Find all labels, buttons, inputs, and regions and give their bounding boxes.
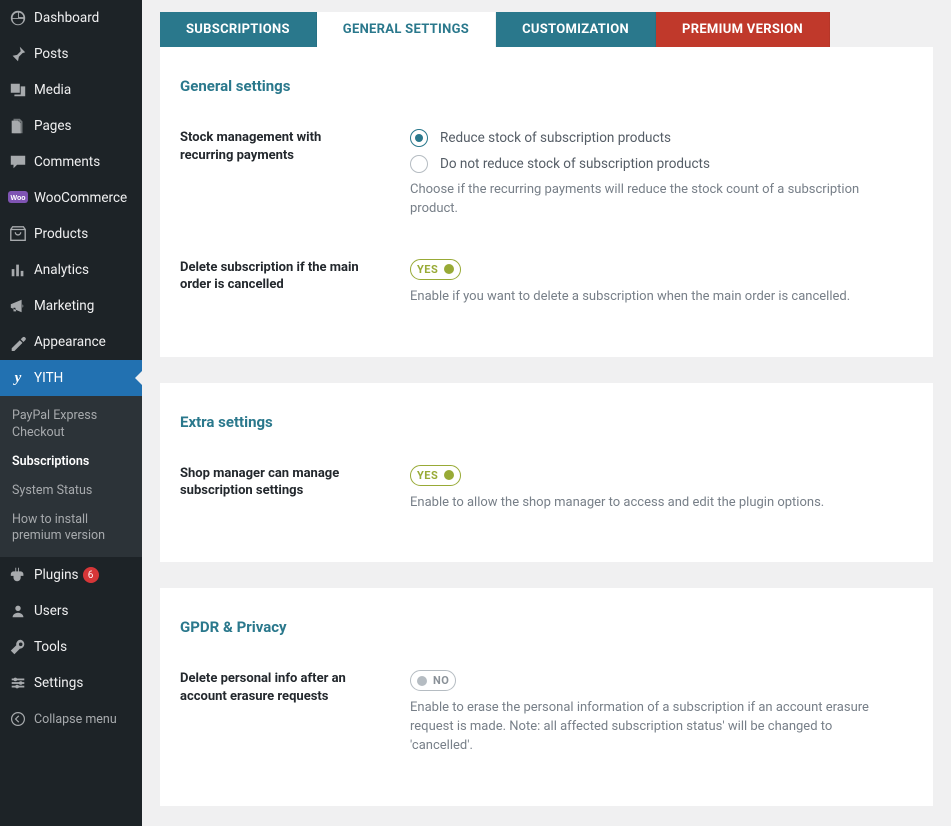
field-stock-management: Stock management with recurring payments… xyxy=(180,129,893,219)
toggle-label: YES xyxy=(417,469,438,482)
sidebar-item-label: Marketing xyxy=(34,298,94,314)
sidebar-item-analytics[interactable]: Analytics xyxy=(0,252,142,288)
pin-icon xyxy=(8,44,28,64)
sidebar-item-appearance[interactable]: Appearance xyxy=(0,324,142,360)
sidebar-item-settings[interactable]: Settings xyxy=(0,665,142,701)
field-erasure: Delete personal info after an account er… xyxy=(180,670,893,756)
radio-label: Reduce stock of subscription products xyxy=(440,130,671,146)
field-delete-on-cancel: Delete subscription if the main order is… xyxy=(180,259,893,307)
sidebar-item-media[interactable]: Media xyxy=(0,72,142,108)
toggle-label: NO xyxy=(433,674,449,687)
comments-icon xyxy=(8,152,28,172)
sidebar-item-label: Pages xyxy=(34,118,72,134)
marketing-icon xyxy=(8,296,28,316)
field-shop-manager: Shop manager can manage subscription set… xyxy=(180,465,893,513)
toggle-knob-icon xyxy=(444,264,454,274)
submenu-system-status[interactable]: System Status xyxy=(0,477,142,506)
sidebar-item-label: Tools xyxy=(34,639,67,655)
toggle-knob-icon xyxy=(417,676,427,686)
media-icon xyxy=(8,80,28,100)
panel-title: General settings xyxy=(180,77,893,95)
panel-gdpr-privacy: GPDR & Privacy Delete personal info afte… xyxy=(160,588,933,806)
sidebar-item-users[interactable]: Users xyxy=(0,593,142,629)
collapse-icon xyxy=(8,709,28,729)
sidebar-item-label: Products xyxy=(34,226,88,242)
tab-premium-version[interactable]: PREMIUM VERSION xyxy=(656,12,830,47)
sidebar-item-label: Settings xyxy=(34,675,83,691)
dashboard-icon xyxy=(8,8,28,28)
sidebar-item-woocommerce[interactable]: Woo WooCommerce xyxy=(0,180,142,216)
plugins-update-badge: 6 xyxy=(83,567,99,583)
settings-tabs: SUBSCRIPTIONS GENERAL SETTINGS CUSTOMIZA… xyxy=(160,12,933,47)
plugins-icon xyxy=(8,565,28,585)
submenu-paypal[interactable]: PayPal Express Checkout xyxy=(0,402,142,448)
field-label: Shop manager can manage subscription set… xyxy=(180,465,370,513)
sidebar-item-label: Media xyxy=(34,82,71,98)
sidebar-submenu: PayPal Express Checkout Subscriptions Sy… xyxy=(0,396,142,557)
toggle-knob-icon xyxy=(444,470,454,480)
field-help: Enable to erase the personal information… xyxy=(410,699,893,756)
tab-general-settings[interactable]: GENERAL SETTINGS xyxy=(317,12,496,47)
submenu-subscriptions[interactable]: Subscriptions xyxy=(0,448,142,477)
toggle-delete-on-cancel[interactable]: YES xyxy=(410,259,461,280)
field-label: Stock management with recurring payments xyxy=(180,129,370,219)
tab-customization[interactable]: CUSTOMIZATION xyxy=(496,12,656,47)
sidebar-item-label: Analytics xyxy=(34,262,89,278)
sidebar-item-label: YITH xyxy=(34,370,63,386)
sidebar-item-dashboard[interactable]: Dashboard xyxy=(0,0,142,36)
radio-label: Do not reduce stock of subscription prod… xyxy=(440,156,710,172)
panel-general-settings: General settings Stock management with r… xyxy=(160,47,933,357)
sidebar-item-label: Comments xyxy=(34,154,100,170)
tab-subscriptions[interactable]: SUBSCRIPTIONS xyxy=(160,12,317,47)
sidebar-item-label: Plugins xyxy=(34,567,79,583)
sidebar-item-label: Appearance xyxy=(34,334,106,350)
users-icon xyxy=(8,601,28,621)
collapse-label: Collapse menu xyxy=(34,712,117,727)
settings-icon xyxy=(8,673,28,693)
panel-title: GPDR & Privacy xyxy=(180,618,893,636)
woo-icon: Woo xyxy=(8,188,28,208)
radio-icon xyxy=(410,129,428,147)
sidebar-item-plugins[interactable]: Plugins 6 xyxy=(0,557,142,593)
settings-content: SUBSCRIPTIONS GENERAL SETTINGS CUSTOMIZA… xyxy=(142,0,951,826)
tools-icon xyxy=(8,637,28,657)
panel-title: Extra settings xyxy=(180,413,893,431)
radio-icon xyxy=(410,155,428,173)
svg-text:Woo: Woo xyxy=(10,195,25,202)
sidebar-item-marketing[interactable]: Marketing xyxy=(0,288,142,324)
appearance-icon xyxy=(8,332,28,352)
radio-reduce-stock[interactable]: Reduce stock of subscription products xyxy=(410,129,893,147)
sidebar-item-tools[interactable]: Tools xyxy=(0,629,142,665)
toggle-shop-manager[interactable]: YES xyxy=(410,465,461,486)
admin-sidebar: Dashboard Posts Media Pages Comments Woo… xyxy=(0,0,142,826)
sidebar-item-comments[interactable]: Comments xyxy=(0,144,142,180)
sidebar-item-pages[interactable]: Pages xyxy=(0,108,142,144)
field-help: Choose if the recurring payments will re… xyxy=(410,181,893,219)
field-help: Enable to allow the shop manager to acce… xyxy=(410,494,893,513)
sidebar-item-label: WooCommerce xyxy=(34,190,127,206)
yith-icon: y xyxy=(8,368,28,388)
collapse-menu[interactable]: Collapse menu xyxy=(0,701,142,737)
pages-icon xyxy=(8,116,28,136)
toggle-erasure[interactable]: NO xyxy=(410,670,456,691)
panel-extra-settings: Extra settings Shop manager can manage s… xyxy=(160,383,933,563)
products-icon xyxy=(8,224,28,244)
sidebar-item-posts[interactable]: Posts xyxy=(0,36,142,72)
sidebar-item-label: Users xyxy=(34,603,68,619)
sidebar-item-label: Dashboard xyxy=(34,10,99,26)
analytics-icon xyxy=(8,260,28,280)
field-help: Enable if you want to delete a subscript… xyxy=(410,288,893,307)
sidebar-item-yith[interactable]: y YITH xyxy=(0,360,142,396)
sidebar-item-products[interactable]: Products xyxy=(0,216,142,252)
radio-no-reduce-stock[interactable]: Do not reduce stock of subscription prod… xyxy=(410,155,893,173)
sidebar-item-label: Posts xyxy=(34,46,68,62)
field-label: Delete subscription if the main order is… xyxy=(180,259,370,307)
toggle-label: YES xyxy=(417,263,438,276)
field-label: Delete personal info after an account er… xyxy=(180,670,370,756)
submenu-how-to-install[interactable]: How to install premium version xyxy=(0,506,142,552)
